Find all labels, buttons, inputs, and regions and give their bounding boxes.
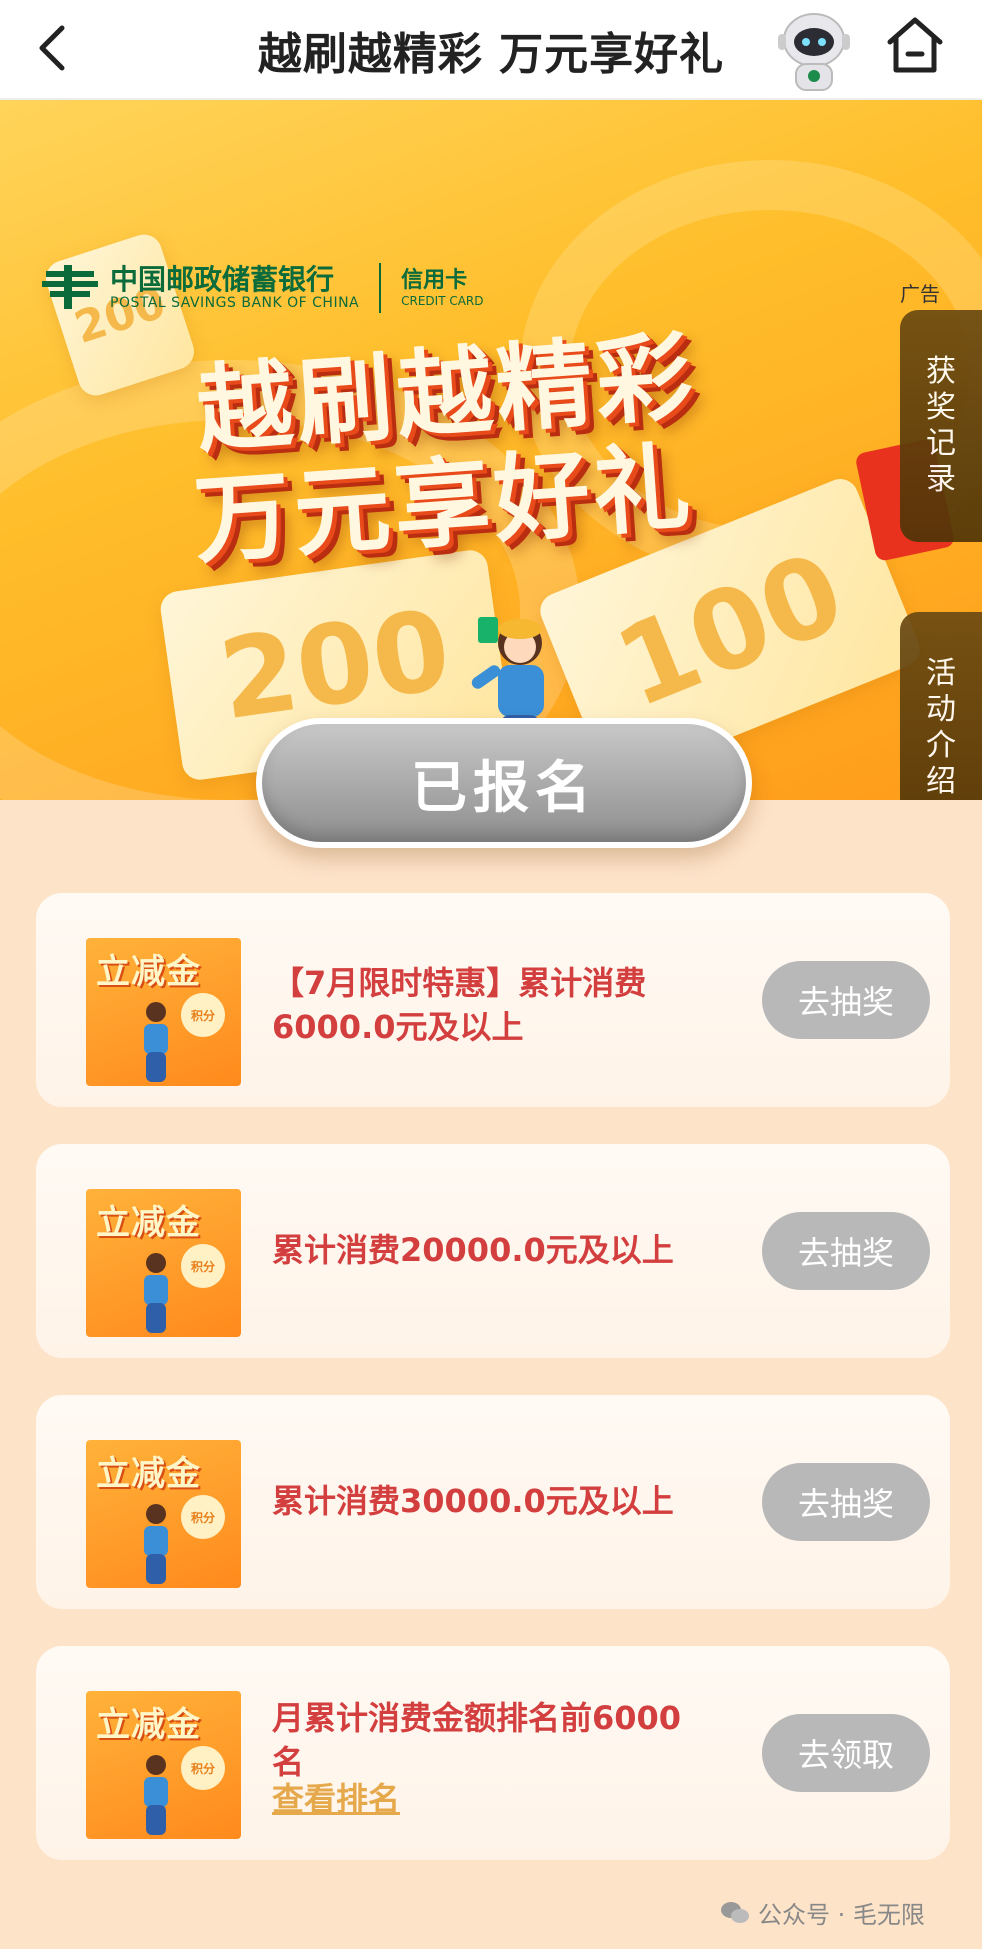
girl-figure-icon bbox=[144, 1504, 168, 1584]
prize-record-char: 奖 bbox=[926, 390, 956, 425]
registered-button[interactable]: 已报名 bbox=[256, 718, 752, 848]
view-ranking-link[interactable]: 查看排名 bbox=[272, 1774, 400, 1820]
bank-name-en: POSTAL SAVINGS BANK OF CHINA bbox=[110, 295, 360, 311]
discount-coupon-thumbnail: 立减金 积分 bbox=[86, 938, 241, 1086]
bank-logo: 中国邮政储蓄银行 POSTAL SAVINGS BANK OF CHINA 信用… bbox=[40, 260, 484, 316]
task-card: 立减金 积分 【7月限时特惠】累计消费6000.0元及以上 去抽奖 bbox=[36, 893, 950, 1107]
points-coin-icon: 积分 bbox=[181, 993, 225, 1037]
task-card: 立减金 积分 累计消费20000.0元及以上 去抽奖 bbox=[36, 1144, 950, 1358]
points-coin-icon: 积分 bbox=[181, 1244, 225, 1288]
prize-record-char: 录 bbox=[926, 462, 956, 497]
task-card: 立减金 积分 累计消费30000.0元及以上 去抽奖 bbox=[36, 1395, 950, 1609]
task-card: 立减金 积分 月累计消费金额排名前6000名 查看排名 去领取 bbox=[36, 1646, 950, 1860]
bank-name-cn: 中国邮政储蓄银行 bbox=[110, 263, 335, 296]
thumbnail-title: 立减金 bbox=[96, 1454, 201, 1494]
prize-record-tab[interactable]: 获 奖 记 录 bbox=[900, 310, 982, 542]
task-description: 累计消费30000.0元及以上 bbox=[272, 1482, 674, 1520]
draw-lottery-button[interactable]: 去抽奖 bbox=[762, 961, 930, 1039]
banner-headline: 越刷越精彩 万元享好礼 bbox=[191, 314, 807, 577]
activity-intro-tab[interactable]: 活 动 介 绍 bbox=[900, 612, 982, 800]
draw-lottery-button[interactable]: 去抽奖 bbox=[762, 1212, 930, 1290]
activity-intro-char: 动 bbox=[926, 692, 956, 727]
prize-record-char: 获 bbox=[926, 354, 956, 389]
ad-label: 广告 bbox=[900, 282, 940, 306]
home-icon[interactable] bbox=[884, 14, 946, 76]
postal-bank-logo-icon bbox=[42, 265, 98, 309]
logo-divider bbox=[379, 263, 382, 313]
task-description: 累计消费20000.0元及以上 bbox=[272, 1231, 674, 1269]
draw-lottery-button[interactable]: 去抽奖 bbox=[762, 1463, 930, 1541]
points-coin-icon: 积分 bbox=[181, 1495, 225, 1539]
task-description: 【7月限时特惠】累计消费6000.0元及以上 bbox=[272, 964, 647, 1046]
points-coin-icon: 积分 bbox=[181, 1746, 225, 1790]
top-nav-bar: 越刷越精彩 万元享好礼 bbox=[0, 0, 982, 100]
girl-figure-icon bbox=[144, 1755, 168, 1835]
wechat-icon bbox=[721, 1901, 749, 1923]
watermark: 公众号 · 毛无限 bbox=[720, 1895, 925, 1930]
discount-coupon-thumbnail: 立减金 积分 bbox=[86, 1440, 241, 1588]
watermark-text: 公众号 · 毛无限 bbox=[758, 1901, 925, 1929]
claim-button[interactable]: 去领取 bbox=[762, 1714, 930, 1792]
girl-figure-icon bbox=[144, 1002, 168, 1082]
discount-coupon-thumbnail: 立减金 积分 bbox=[86, 1691, 241, 1839]
thumbnail-title: 立减金 bbox=[96, 1705, 201, 1745]
thumbnail-title: 立减金 bbox=[96, 1203, 201, 1243]
girl-figure-icon bbox=[144, 1253, 168, 1333]
activity-intro-char: 活 bbox=[926, 656, 956, 691]
promo-banner: 200 200 100 中国邮政储蓄银行 POSTAL SAVINGS BANK… bbox=[0, 100, 982, 800]
activity-intro-char: 绍 bbox=[926, 764, 956, 799]
credit-card-label-cn: 信用卡 bbox=[401, 268, 468, 293]
thumbnail-title: 立减金 bbox=[96, 952, 201, 992]
activity-intro-char: 介 bbox=[926, 728, 956, 763]
robot-assistant-icon[interactable] bbox=[768, 6, 860, 94]
prize-record-char: 记 bbox=[926, 426, 956, 461]
discount-coupon-thumbnail: 立减金 积分 bbox=[86, 1189, 241, 1337]
task-description: 月累计消费金额排名前6000名 bbox=[272, 1699, 682, 1781]
credit-card-label-en: CREDIT CARD bbox=[401, 294, 484, 308]
